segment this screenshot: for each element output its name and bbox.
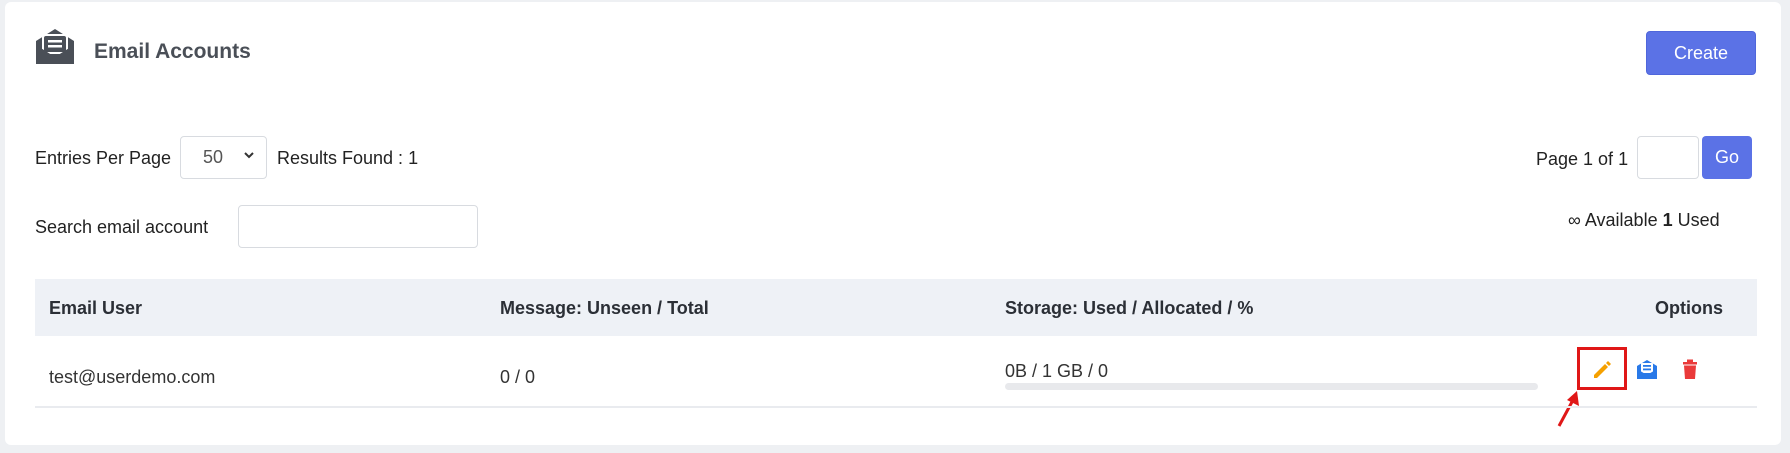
used-label: Used <box>1677 210 1720 230</box>
page-indicator: Page 1 of 1 <box>1536 149 1629 169</box>
page-title: Email Accounts <box>94 40 251 63</box>
annotation-arrow-icon <box>1553 388 1583 430</box>
messages-cell: 0 / 0 <box>500 367 536 387</box>
row-divider <box>35 406 1757 408</box>
create-button[interactable]: Create <box>1646 31 1756 75</box>
search-email-input[interactable] <box>238 205 478 248</box>
entries-per-page-select[interactable]: 50 <box>180 136 267 179</box>
available-label: Available <box>1584 210 1658 230</box>
search-email-label: Search email account <box>35 217 209 237</box>
table-header: Email User Message: Unseen / Total Stora… <box>35 279 1757 336</box>
column-options: Options <box>1655 298 1723 318</box>
quota-summary: ∞ Available 1 Used <box>1568 210 1720 231</box>
column-email-user: Email User <box>49 298 143 318</box>
storage-progress-bar <box>1005 383 1538 390</box>
results-found-label: Results Found : 1 <box>277 148 419 168</box>
page-number-input[interactable] <box>1637 136 1699 179</box>
email-accounts-card: Email Accounts Create Entries Per Page 5… <box>5 2 1781 445</box>
email-open-icon <box>33 24 77 68</box>
column-messages: Message: Unseen / Total <box>500 298 709 318</box>
go-button[interactable]: Go <box>1702 136 1752 179</box>
storage-cell: 0B / 1 GB / 0 <box>1005 361 1109 381</box>
trash-icon[interactable] <box>1677 356 1703 382</box>
entries-per-page-label: Entries Per Page <box>35 148 172 168</box>
infinity-symbol: ∞ <box>1568 210 1581 230</box>
mail-settings-icon[interactable] <box>1634 356 1660 382</box>
used-count: 1 <box>1662 210 1673 230</box>
chevron-down-icon <box>244 152 254 159</box>
edit-icon[interactable] <box>1589 356 1615 382</box>
column-storage: Storage: Used / Allocated / % <box>1005 298 1254 318</box>
email-user-cell: test@userdemo.com <box>49 367 216 387</box>
entries-per-page-value: 50 <box>203 147 224 167</box>
